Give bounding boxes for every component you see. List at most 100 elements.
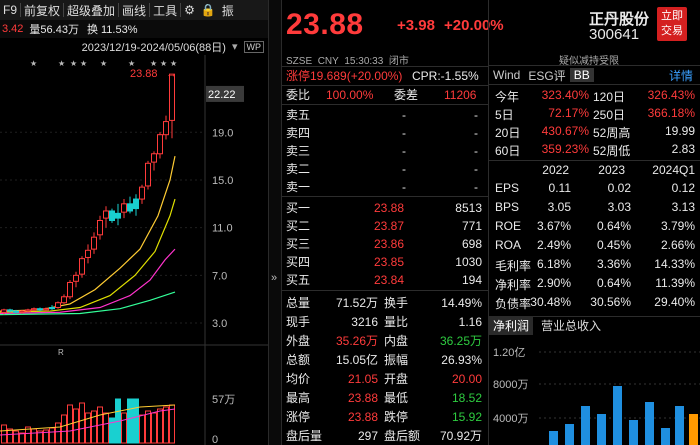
candle-body[interactable]: [13, 310, 19, 313]
stat-label: 盘后额: [384, 429, 421, 443]
candle-body[interactable]: [49, 307, 55, 310]
candle-body[interactable]: [7, 309, 13, 312]
tab-esg[interactable]: ESG评: [524, 67, 569, 84]
candle-body[interactable]: [139, 186, 145, 200]
candle-body[interactable]: [55, 302, 61, 309]
more-button[interactable]: 振: [219, 2, 237, 19]
ask-row[interactable]: 卖四 - -: [282, 124, 488, 141]
volume-bar: [13, 430, 19, 444]
restore-button[interactable]: 前复权: [21, 2, 63, 19]
perf-label: 52周低: [593, 144, 631, 158]
draw-button[interactable]: 画线: [119, 2, 149, 19]
tab-bb[interactable]: BB: [569, 68, 594, 82]
perf-row: 60日 359.23% 52周低 2.83: [489, 141, 700, 158]
ask-label: 卖三: [286, 144, 311, 158]
date-range: 2023/12/19-2024/05/06(88日): [81, 41, 226, 54]
cpr-text: CPR:-1.55%: [412, 68, 479, 83]
candle-body[interactable]: [133, 198, 139, 210]
trade-now-button[interactable]: 立即 交易: [657, 7, 687, 41]
f9-button[interactable]: F9: [0, 3, 20, 17]
bid-volume: 698: [461, 236, 482, 251]
ask-row[interactable]: 卖一 - -: [282, 178, 488, 195]
trade-btn-line2: 交易: [661, 25, 683, 37]
kline-chart[interactable]: 19.015.011.07.03.0★ ★ ★ ★ ★ ★ ★ ★ ★23.88 →22.22R5…: [0, 55, 268, 445]
perf-value: 323.40%: [541, 88, 589, 102]
fin-value: 14.33%: [654, 257, 695, 271]
volume-bar: [169, 404, 175, 444]
candle-body[interactable]: [127, 203, 133, 212]
y-tick-label: 3.0: [212, 318, 227, 330]
stats-row: 涨停 23.88 跌停 15.92: [282, 408, 488, 425]
chevron-right-icon[interactable]: »: [271, 272, 277, 284]
fin-value: 11.39%: [655, 276, 695, 290]
candle-body[interactable]: [103, 210, 109, 219]
candle-body[interactable]: [85, 249, 91, 258]
candle-body[interactable]: [73, 274, 79, 282]
tab-revenue[interactable]: 营业总收入: [533, 317, 609, 334]
stat-value: 70.92万: [439, 429, 482, 443]
stats-row: 总量 71.52万 换手 14.49%: [282, 294, 488, 311]
candle-body[interactable]: [31, 308, 37, 311]
overlay-button[interactable]: 超级叠加: [64, 2, 118, 19]
fin-value: 0.64%: [596, 219, 631, 233]
stat-label: 涨停: [286, 410, 311, 424]
wp-toggle-button[interactable]: WP: [243, 40, 264, 53]
ask-label: 卖四: [286, 126, 311, 140]
tools-button[interactable]: 工具: [150, 2, 180, 19]
chart-info-bar: 3.42 量56.43万 换 11.53%: [0, 20, 268, 38]
candle-body[interactable]: [121, 203, 127, 213]
candle-body[interactable]: [109, 210, 115, 222]
candle-body[interactable]: [37, 308, 43, 311]
bid-price: 23.85: [374, 254, 405, 269]
candle-body[interactable]: [151, 153, 157, 163]
candle-body[interactable]: [163, 121, 169, 136]
fin-y-label: 1.20亿: [493, 346, 525, 359]
candle-body[interactable]: [145, 162, 151, 187]
detail-link[interactable]: 详情: [669, 67, 693, 84]
bid-row[interactable]: 买一 23.88 8513: [282, 199, 488, 216]
fin-row: ROE 3.67% 0.64% 3.79%: [489, 218, 700, 235]
perf-label: 250日: [593, 108, 626, 122]
candle-body[interactable]: [67, 281, 73, 298]
candle-body[interactable]: [25, 309, 31, 312]
ask-row[interactable]: 卖五 - -: [282, 106, 488, 123]
candle-body[interactable]: [169, 73, 175, 121]
ask-row[interactable]: 卖三 - -: [282, 142, 488, 159]
stat-label: 总量: [286, 296, 311, 310]
bid-row[interactable]: 买二 23.87 771: [282, 217, 488, 234]
bid-row[interactable]: 买三 23.86 698: [282, 235, 488, 252]
bid-label: 买三: [286, 237, 311, 251]
candle-body[interactable]: [79, 258, 85, 275]
perf-value: 72.17%: [548, 106, 589, 120]
pane-splitter[interactable]: »: [268, 0, 282, 445]
candle-body[interactable]: [97, 220, 103, 236]
candle-body[interactable]: [19, 310, 25, 313]
ask-row[interactable]: 卖二 - -: [282, 160, 488, 177]
ask-label: 卖五: [286, 108, 311, 122]
tab-net-profit[interactable]: 净利润: [489, 316, 534, 335]
stats-row: 均价 21.05 开盘 20.00: [282, 370, 488, 387]
stat-value: 15.05亿: [335, 353, 378, 367]
ask-volume: -: [474, 179, 478, 194]
candle-body[interactable]: [157, 134, 163, 155]
candle-body[interactable]: [115, 212, 121, 219]
fin-row: 负债率 30.48% 30.56% 29.40%: [489, 294, 700, 311]
bid-row[interactable]: 买五 23.84 194: [282, 271, 488, 288]
volume-bar: [121, 412, 127, 444]
gear-icon[interactable]: ⚙: [181, 3, 198, 17]
candle-body[interactable]: [91, 236, 97, 250]
stat-value: 21.05: [347, 371, 378, 386]
stats-row: 现手 3216 量比 1.16: [282, 313, 488, 330]
candle-body[interactable]: [43, 308, 49, 311]
stat-label: 均价: [286, 372, 311, 386]
fin-bar: [597, 414, 606, 445]
lock-icon[interactable]: 🔒: [198, 3, 219, 17]
perf-label: 20日: [495, 126, 521, 140]
tab-wind[interactable]: Wind: [489, 68, 524, 82]
fin-y-label: 4000万: [493, 413, 528, 425]
candle-body[interactable]: [1, 309, 7, 313]
candle-body[interactable]: [61, 296, 67, 304]
bid-row[interactable]: 买四 23.85 1030: [282, 253, 488, 270]
dropdown-icon[interactable]: ▾: [232, 40, 238, 53]
star-marker: ★: [30, 59, 37, 68]
